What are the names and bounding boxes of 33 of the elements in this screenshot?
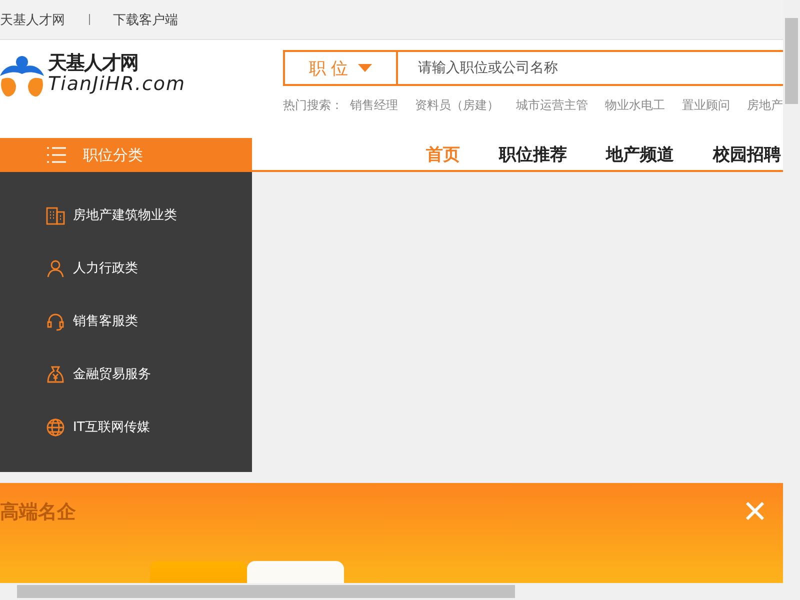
logo-name: 天基人才网 (48, 54, 139, 73)
headset-icon (46, 312, 65, 331)
hot-search-link[interactable]: 销售经理 (350, 97, 398, 114)
banner-tab[interactable] (150, 561, 247, 583)
nav-tab[interactable]: 校园招聘 (713, 142, 781, 166)
category-item[interactable]: 人力行政类 (0, 251, 252, 304)
logo-icon (0, 54, 44, 98)
category-item[interactable]: 房地产建筑物业类 (0, 198, 252, 251)
search-field[interactable]: 请输入职位或公司名称 (398, 50, 783, 86)
nav-tab[interactable]: 职位推荐 (499, 142, 567, 166)
category-item[interactable]: 金融贸易服务 (0, 357, 252, 410)
close-button[interactable] (743, 499, 767, 523)
hot-search-link[interactable]: 置业顾问 (682, 97, 730, 114)
person-icon (46, 259, 65, 278)
money-bag-icon (46, 365, 65, 384)
hot-search-link[interactable]: 物业水电工 (605, 97, 665, 114)
nav-tab[interactable]: 地产频道 (606, 142, 674, 166)
globe-icon (46, 418, 65, 437)
building-icon (46, 206, 65, 225)
hot-search-label: 热门搜索： (283, 97, 343, 114)
hot-search-link[interactable]: 资料员（房建） (415, 97, 499, 114)
hot-search-link[interactable]: 城市运营主管 (516, 97, 588, 114)
download-link[interactable]: 下载客户端 (113, 10, 178, 28)
menu-icon (47, 147, 66, 163)
category-item[interactable]: 销售客服类 (0, 304, 252, 357)
banner-title: 高端名企 (0, 500, 76, 525)
site-link[interactable]: 天基人才网 (0, 10, 65, 28)
caret-icon (358, 64, 372, 72)
hot-search-link[interactable]: 房地产 (747, 97, 783, 114)
category-item[interactable]: IT互联网传媒 (0, 410, 252, 463)
category-title: 职位分类 (83, 146, 143, 164)
banner-tab[interactable] (247, 561, 344, 583)
logo-domain: TianJiHR.com (48, 75, 186, 94)
